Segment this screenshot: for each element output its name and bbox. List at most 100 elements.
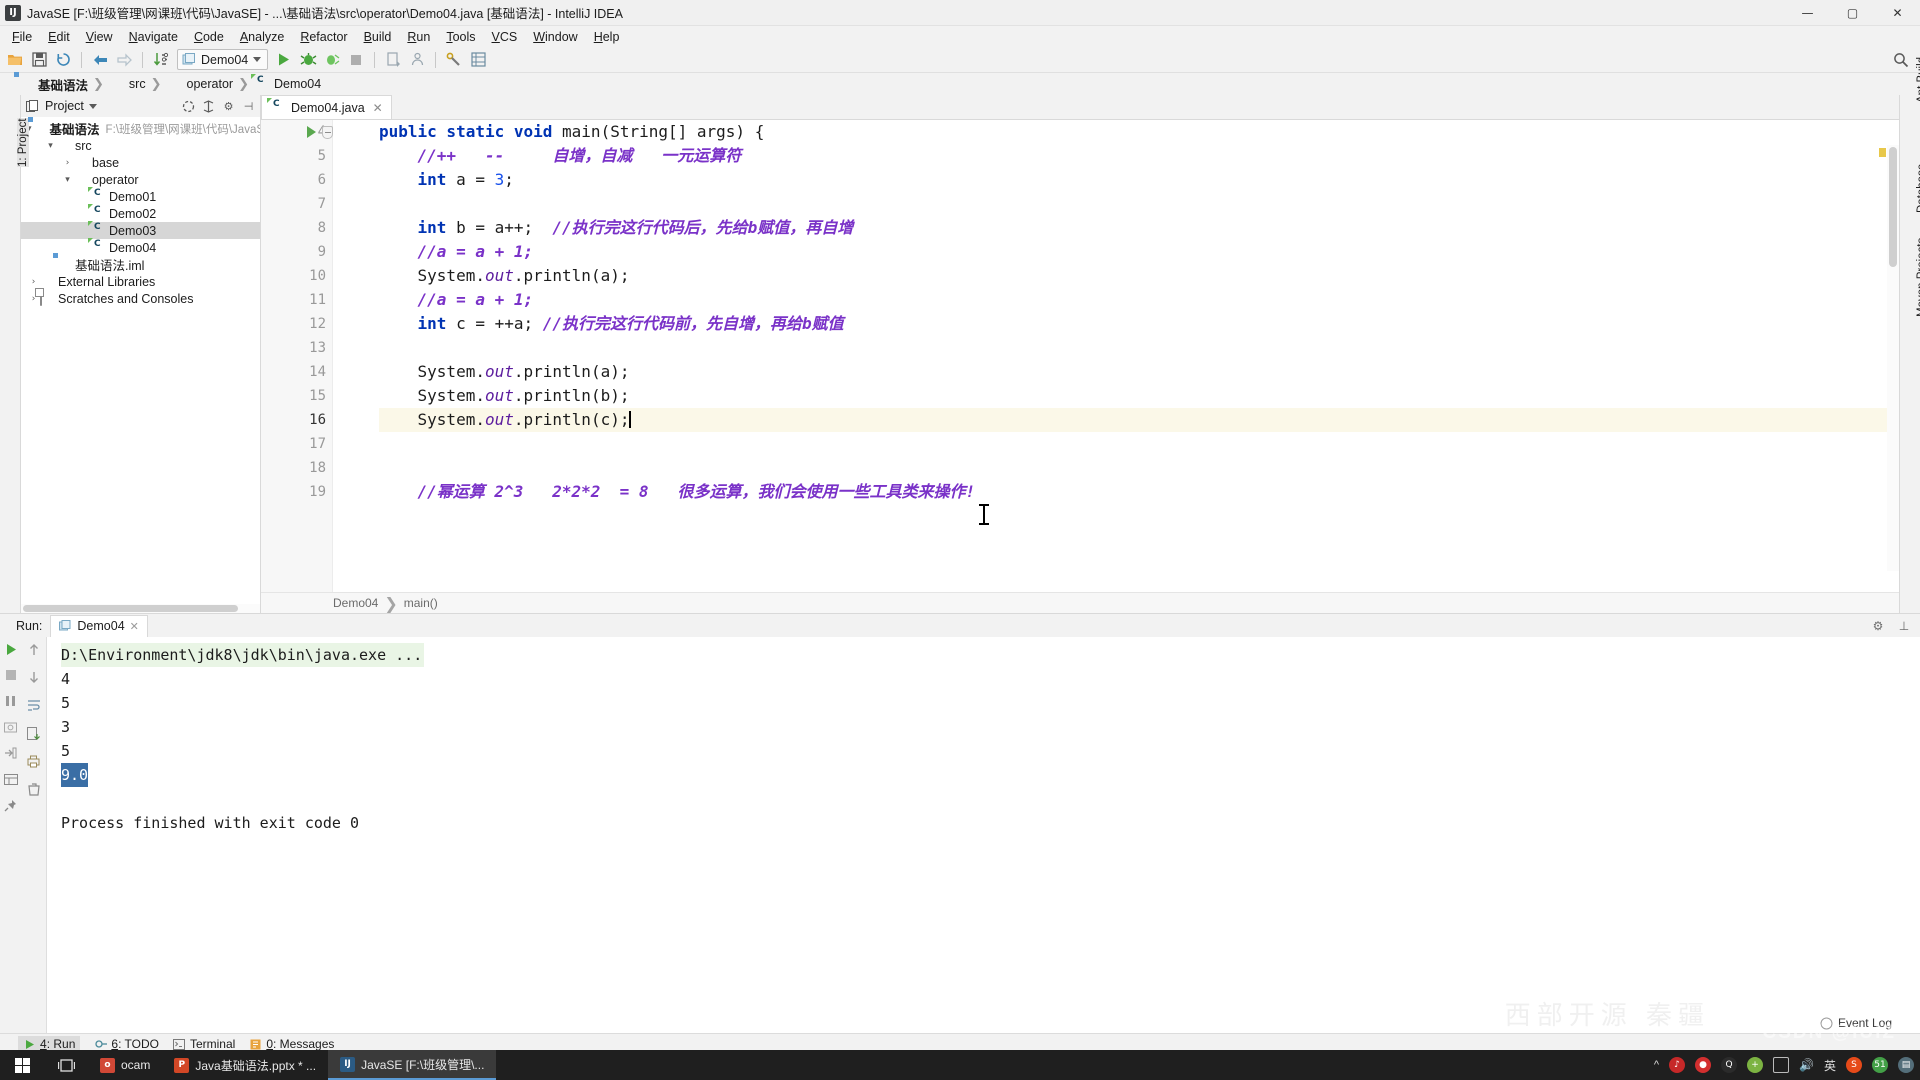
line-number-14[interactable]: 14 (261, 360, 332, 384)
print-icon[interactable] (26, 753, 42, 769)
rerun-icon[interactable] (3, 641, 19, 657)
code-line-18[interactable] (379, 456, 1899, 480)
console-line-text[interactable]: 5 (61, 694, 70, 712)
code-line-6[interactable]: int a = 3; (379, 168, 1899, 192)
clear-all-icon[interactable] (26, 781, 42, 797)
settings-gear-icon[interactable]: ⚙ (221, 99, 236, 114)
export-icon[interactable] (3, 745, 19, 761)
netease-music-icon[interactable]: ♪ (1669, 1057, 1685, 1073)
stop-icon[interactable] (3, 667, 19, 683)
start-button[interactable] (0, 1050, 44, 1080)
code-line-8[interactable]: int b = a++; //执行完这行代码后，先给b赋值，再自增 (379, 216, 1899, 240)
taskbar-item-0[interactable]: oocam (88, 1050, 162, 1080)
scroll-from-source-icon[interactable] (201, 99, 216, 114)
menu-item-help[interactable]: Help (586, 28, 628, 46)
code-line-12[interactable]: int c = ++a; //执行完这行代码前，先自增，再给b赋值 (379, 312, 1899, 336)
navigate-forward-icon[interactable] (113, 49, 135, 71)
code-line-7[interactable] (379, 192, 1899, 216)
record-icon[interactable]: ● (1695, 1057, 1711, 1073)
sort-settings-icon[interactable] (150, 49, 172, 71)
badge-count-icon[interactable]: 51 (1872, 1057, 1888, 1073)
run-gutter-icon[interactable] (303, 120, 319, 144)
breadcrumb-item-基础语法[interactable]: 基础语法 (18, 75, 91, 94)
menu-item-view[interactable]: View (78, 28, 121, 46)
editor-breadcrumb-Demo04[interactable]: Demo04 (333, 596, 378, 610)
tree-node-Demo02[interactable]: ›Demo02 (21, 205, 260, 222)
tree-node-Scratches and Consoles[interactable]: ›Scratches and Consoles (21, 290, 260, 307)
screenshot-icon[interactable] (3, 719, 19, 735)
menu-item-refactor[interactable]: Refactor (292, 28, 355, 46)
layout-icon[interactable] (3, 771, 19, 787)
bottom-tool-messages[interactable]: 0: Messages (249, 1037, 334, 1051)
tree-node-基础语法.iml[interactable]: ›基础语法.iml (21, 256, 260, 273)
plus-icon[interactable]: + (1747, 1057, 1763, 1073)
code-line-14[interactable]: System.out.println(a); (379, 360, 1899, 384)
console-line-text[interactable]: 5 (61, 742, 70, 760)
line-number-13[interactable]: 13 (261, 336, 332, 360)
tree-node-src[interactable]: ▾src (21, 137, 260, 154)
tree-node-operator[interactable]: ▾operator (21, 171, 260, 188)
menu-item-code[interactable]: Code (186, 28, 232, 46)
update-project-icon[interactable] (382, 49, 404, 71)
taskbar-item-2[interactable]: IJJavaSE [F:\班级管理\... (328, 1050, 496, 1080)
console-line-text[interactable]: 4 (61, 670, 70, 688)
code-line-15[interactable]: System.out.println(b); (379, 384, 1899, 408)
maximize-button[interactable]: ▢ (1830, 0, 1875, 26)
minimize-button[interactable]: — (1785, 0, 1830, 26)
console-line-text[interactable]: Process finished with exit code 0 (61, 814, 359, 832)
soft-wrap-icon[interactable] (26, 697, 42, 713)
hide-panel-icon[interactable]: ⊣ (241, 99, 256, 114)
volume-icon[interactable]: 🔊 (1799, 1058, 1814, 1072)
search-everywhere-icon[interactable] (1890, 49, 1912, 71)
editor-breadcrumb-main[interactable]: main() (404, 596, 438, 610)
tree-node-Demo01[interactable]: ›Demo01 (21, 188, 260, 205)
chevron-right-icon[interactable]: › (61, 158, 74, 168)
tray-expand-icon[interactable]: ^ (1654, 1059, 1659, 1071)
chevron-down-icon[interactable]: ▾ (44, 141, 57, 151)
run-tab-demo04[interactable]: Demo04 ✕ (50, 615, 147, 637)
warning-stripe-marker[interactable] (1879, 148, 1886, 157)
commit-icon[interactable] (406, 49, 428, 71)
menu-item-analyze[interactable]: Analyze (232, 28, 292, 46)
menu-item-vcs[interactable]: VCS (484, 28, 526, 46)
breadcrumb-item-src[interactable]: src (109, 76, 149, 92)
display-icon[interactable] (1773, 1057, 1789, 1073)
collapse-all-icon[interactable] (181, 99, 196, 114)
code-line-10[interactable]: System.out.println(a); (379, 264, 1899, 288)
line-number-8[interactable]: 8 (261, 216, 332, 240)
chevron-right-icon[interactable]: › (27, 277, 40, 287)
tree-node-基础语法[interactable]: ▾基础语法F:\班级管理\网课班\代码\JavaSE\基础 (21, 120, 260, 137)
line-number-18[interactable]: 18 (261, 456, 332, 480)
console-line-text[interactable]: D:\Environment\jdk8\jdk\bin\java.exe ... (61, 643, 424, 667)
editor-gutter[interactable]: 45678910111213141516171819 (261, 120, 333, 592)
menu-item-file[interactable]: File (4, 28, 40, 46)
line-number-9[interactable]: 9 (261, 240, 332, 264)
line-number-16[interactable]: 16 (261, 408, 332, 432)
menu-item-tools[interactable]: Tools (438, 28, 483, 46)
console-line-text[interactable] (61, 790, 70, 808)
project-tree[interactable]: ▾基础语法F:\班级管理\网课班\代码\JavaSE\基础▾src›base▾o… (21, 117, 260, 604)
pause-icon[interactable] (3, 693, 19, 709)
navigate-back-icon[interactable] (89, 49, 111, 71)
menu-item-run[interactable]: Run (399, 28, 438, 46)
code-line-19[interactable]: //幂运算 2^3 2*2*2 = 8 很多运算，我们会使用一些工具类来操作! (379, 480, 1899, 504)
tree-node-External Libraries[interactable]: ›External Libraries (21, 273, 260, 290)
run-button[interactable] (273, 49, 295, 71)
editor-tab-demo04[interactable]: Demo04.java ✕ (261, 95, 392, 119)
tree-node-base[interactable]: ›base (21, 154, 260, 171)
run-configuration-selector[interactable]: Demo04 (177, 49, 268, 70)
qq-icon[interactable]: Q (1721, 1057, 1737, 1073)
line-number-12[interactable]: 12 (261, 312, 332, 336)
synchronize-icon[interactable] (52, 49, 74, 71)
pin-icon[interactable] (3, 797, 19, 813)
editor-code[interactable]: public static void main(String[] args) {… (333, 120, 1899, 592)
code-line-5[interactable]: //++ -- 自增，自减 一元运算符 (379, 144, 1899, 168)
run-with-coverage-button[interactable] (321, 49, 343, 71)
menu-item-window[interactable]: Window (525, 28, 585, 46)
code-line-17[interactable] (379, 432, 1899, 456)
breadcrumb-item-operator[interactable]: operator (167, 76, 237, 92)
line-number-10[interactable]: 10 (261, 264, 332, 288)
editor-body[interactable]: 45678910111213141516171819 public static… (261, 120, 1899, 592)
task-view-button[interactable] (44, 1050, 88, 1080)
open-folder-icon[interactable] (4, 49, 26, 71)
